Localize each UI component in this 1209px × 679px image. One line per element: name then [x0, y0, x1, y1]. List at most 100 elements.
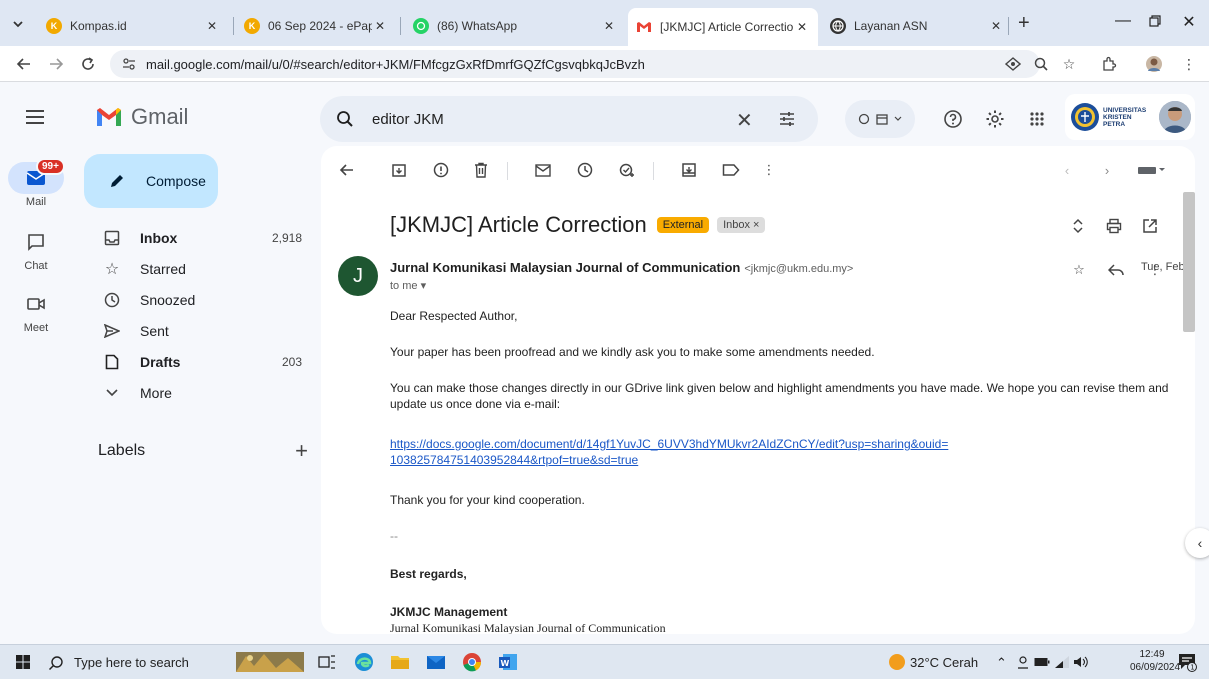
tab-search-chevron-icon[interactable] [8, 14, 28, 34]
archive-icon[interactable] [389, 160, 409, 180]
rail-item-chat[interactable]: Chat [0, 226, 72, 272]
search-input[interactable]: editor JKM [372, 111, 444, 128]
main-menu-icon[interactable] [24, 108, 46, 126]
clock-time: 12:49 [1139, 649, 1165, 660]
folder-snoozed[interactable]: Snoozed [84, 285, 316, 315]
new-tab-button[interactable]: + [1018, 13, 1030, 33]
taskbar-search[interactable]: Type here to search [48, 649, 228, 676]
forward-arrow-icon[interactable] [46, 54, 66, 74]
address-bar[interactable]: mail.google.com/mail/u/0/#search/editor+… [110, 50, 1040, 78]
rail-item-mail[interactable]: 99+ Mail [0, 158, 72, 208]
volume-speaker-icon[interactable] [1070, 651, 1092, 673]
search-options-icon[interactable] [778, 110, 796, 128]
inbox-label-chip[interactable]: Inbox × [717, 217, 766, 233]
notification-center-icon[interactable]: 1 [1176, 651, 1198, 673]
tab-close-icon[interactable]: ✕ [601, 19, 617, 33]
folder-starred[interactable]: ☆ Starred [84, 254, 316, 284]
bookmark-star-icon[interactable]: ☆ [1060, 55, 1078, 73]
sender-name[interactable]: Jurnal Komunikasi Malaysian Journal of C… [390, 260, 740, 275]
sender-avatar[interactable]: J [338, 256, 378, 296]
settings-gear-icon[interactable] [984, 108, 1006, 130]
tab-kompas[interactable]: K Kompas.id ✕ [38, 10, 228, 42]
folder-more[interactable]: More [84, 378, 316, 408]
gmail-logo[interactable]: Gmail [95, 104, 188, 130]
weather-text[interactable]: 32°C Cerah [910, 655, 978, 670]
site-settings-icon[interactable] [122, 57, 136, 71]
tab-close-icon[interactable]: ✕ [372, 19, 388, 33]
zoom-icon[interactable] [1032, 55, 1050, 73]
rail-label: Mail [25, 196, 47, 208]
tab-layanan-asn[interactable]: Layanan ASN ✕ [822, 10, 1012, 42]
windows-start-icon[interactable] [12, 651, 34, 673]
status-selector[interactable] [845, 100, 915, 138]
mail-search-bar[interactable]: editor JKM ✕ [320, 96, 818, 142]
newer-message-icon[interactable]: ‹ [1057, 160, 1077, 180]
user-avatar[interactable] [1159, 101, 1191, 133]
browser-menu-icon[interactable]: ⋮ [1180, 55, 1198, 73]
battery-icon[interactable] [1031, 651, 1053, 673]
file-explorer-icon[interactable] [389, 651, 411, 673]
tab-close-icon[interactable]: ✕ [988, 19, 1004, 33]
eye-tracking-icon[interactable] [1004, 55, 1022, 73]
chevron-down-icon [894, 116, 902, 122]
open-new-window-icon[interactable] [1140, 216, 1160, 236]
label-tag-icon[interactable] [721, 160, 741, 180]
rail-item-meet[interactable]: Meet [0, 288, 72, 334]
input-tools-icon[interactable] [1133, 160, 1169, 180]
extensions-puzzle-icon[interactable] [1100, 55, 1118, 73]
side-panel-toggle-icon[interactable]: ‹ [1185, 528, 1209, 558]
recipient-details[interactable]: to me ▾ [390, 279, 426, 292]
report-spam-icon[interactable] [431, 160, 451, 180]
message-more-icon[interactable]: ⋮ [1145, 260, 1165, 280]
tab-whatsapp[interactable]: (86) WhatsApp ✕ [405, 10, 625, 42]
older-message-icon[interactable]: › [1097, 160, 1117, 180]
chrome-browser-icon[interactable] [461, 651, 483, 673]
back-to-list-icon[interactable] [337, 160, 357, 180]
gdrive-link[interactable]: https://docs.google.com/document/d/14gf1… [390, 436, 1170, 468]
add-label-plus-icon[interactable]: + [295, 438, 308, 464]
search-icon[interactable] [336, 110, 354, 128]
restore-window-button[interactable] [1140, 12, 1170, 27]
expand-collapse-icon[interactable] [1068, 216, 1088, 236]
weather-sun-icon[interactable] [886, 651, 908, 673]
compose-button[interactable]: Compose [84, 154, 218, 208]
add-task-icon[interactable] [617, 160, 637, 180]
tab-epaper-kompas[interactable]: K 06 Sep 2024 - ePaper Kompas ✕ [236, 10, 396, 42]
account-switcher[interactable]: UNIVERSITAS KRISTEN PETRA [1065, 94, 1195, 140]
tray-chevron-up-icon[interactable]: ⌃ [996, 655, 1007, 671]
profile-avatar-icon[interactable] [1145, 55, 1163, 73]
word-app-icon[interactable]: W [497, 651, 519, 673]
more-options-icon[interactable]: ⋮ [759, 160, 779, 180]
link-text-line2[interactable]: 103825784751403952844&rtpof=true&sd=true [390, 453, 638, 467]
windows-taskbar: Type here to search W 32°C Cerah ⌃ 12:49… [0, 644, 1209, 679]
clear-search-icon[interactable]: ✕ [736, 108, 753, 133]
help-icon[interactable] [942, 108, 964, 130]
taskbar-clock[interactable]: 12:49 06/09/2024 [1130, 648, 1180, 674]
reload-icon[interactable] [78, 54, 98, 74]
news-widget-icon[interactable] [236, 651, 304, 673]
close-window-button[interactable]: ✕ [1174, 12, 1204, 32]
notification-count: 1 [1190, 664, 1194, 672]
mail-app-icon[interactable] [425, 651, 447, 673]
folder-drafts[interactable]: Drafts 203 [84, 347, 316, 377]
tab-close-icon[interactable]: ✕ [204, 19, 220, 33]
snooze-clock-icon[interactable] [575, 160, 595, 180]
mark-unread-icon[interactable] [533, 160, 553, 180]
minimize-window-button[interactable]: — [1108, 12, 1138, 30]
link-text-line1[interactable]: https://docs.google.com/document/d/14gf1… [390, 437, 948, 451]
message-scrollbar[interactable] [1183, 192, 1195, 332]
tab-gmail-active[interactable]: [JKMJC] Article Correction - ✕ [628, 8, 818, 46]
folder-inbox[interactable]: Inbox 2,918 [84, 223, 316, 253]
folder-sent[interactable]: Sent [84, 316, 316, 346]
reply-arrow-icon[interactable] [1106, 260, 1126, 280]
tab-close-icon[interactable]: ✕ [794, 20, 810, 34]
tab-title: Kompas.id [70, 19, 127, 33]
move-to-icon[interactable] [679, 160, 699, 180]
star-icon[interactable]: ☆ [1069, 260, 1089, 280]
edge-browser-icon[interactable] [353, 651, 375, 673]
back-arrow-icon[interactable] [14, 54, 34, 74]
task-view-icon[interactable] [316, 651, 338, 673]
print-icon[interactable] [1104, 216, 1124, 236]
apps-grid-icon[interactable] [1026, 108, 1048, 130]
trash-icon[interactable] [471, 160, 491, 180]
